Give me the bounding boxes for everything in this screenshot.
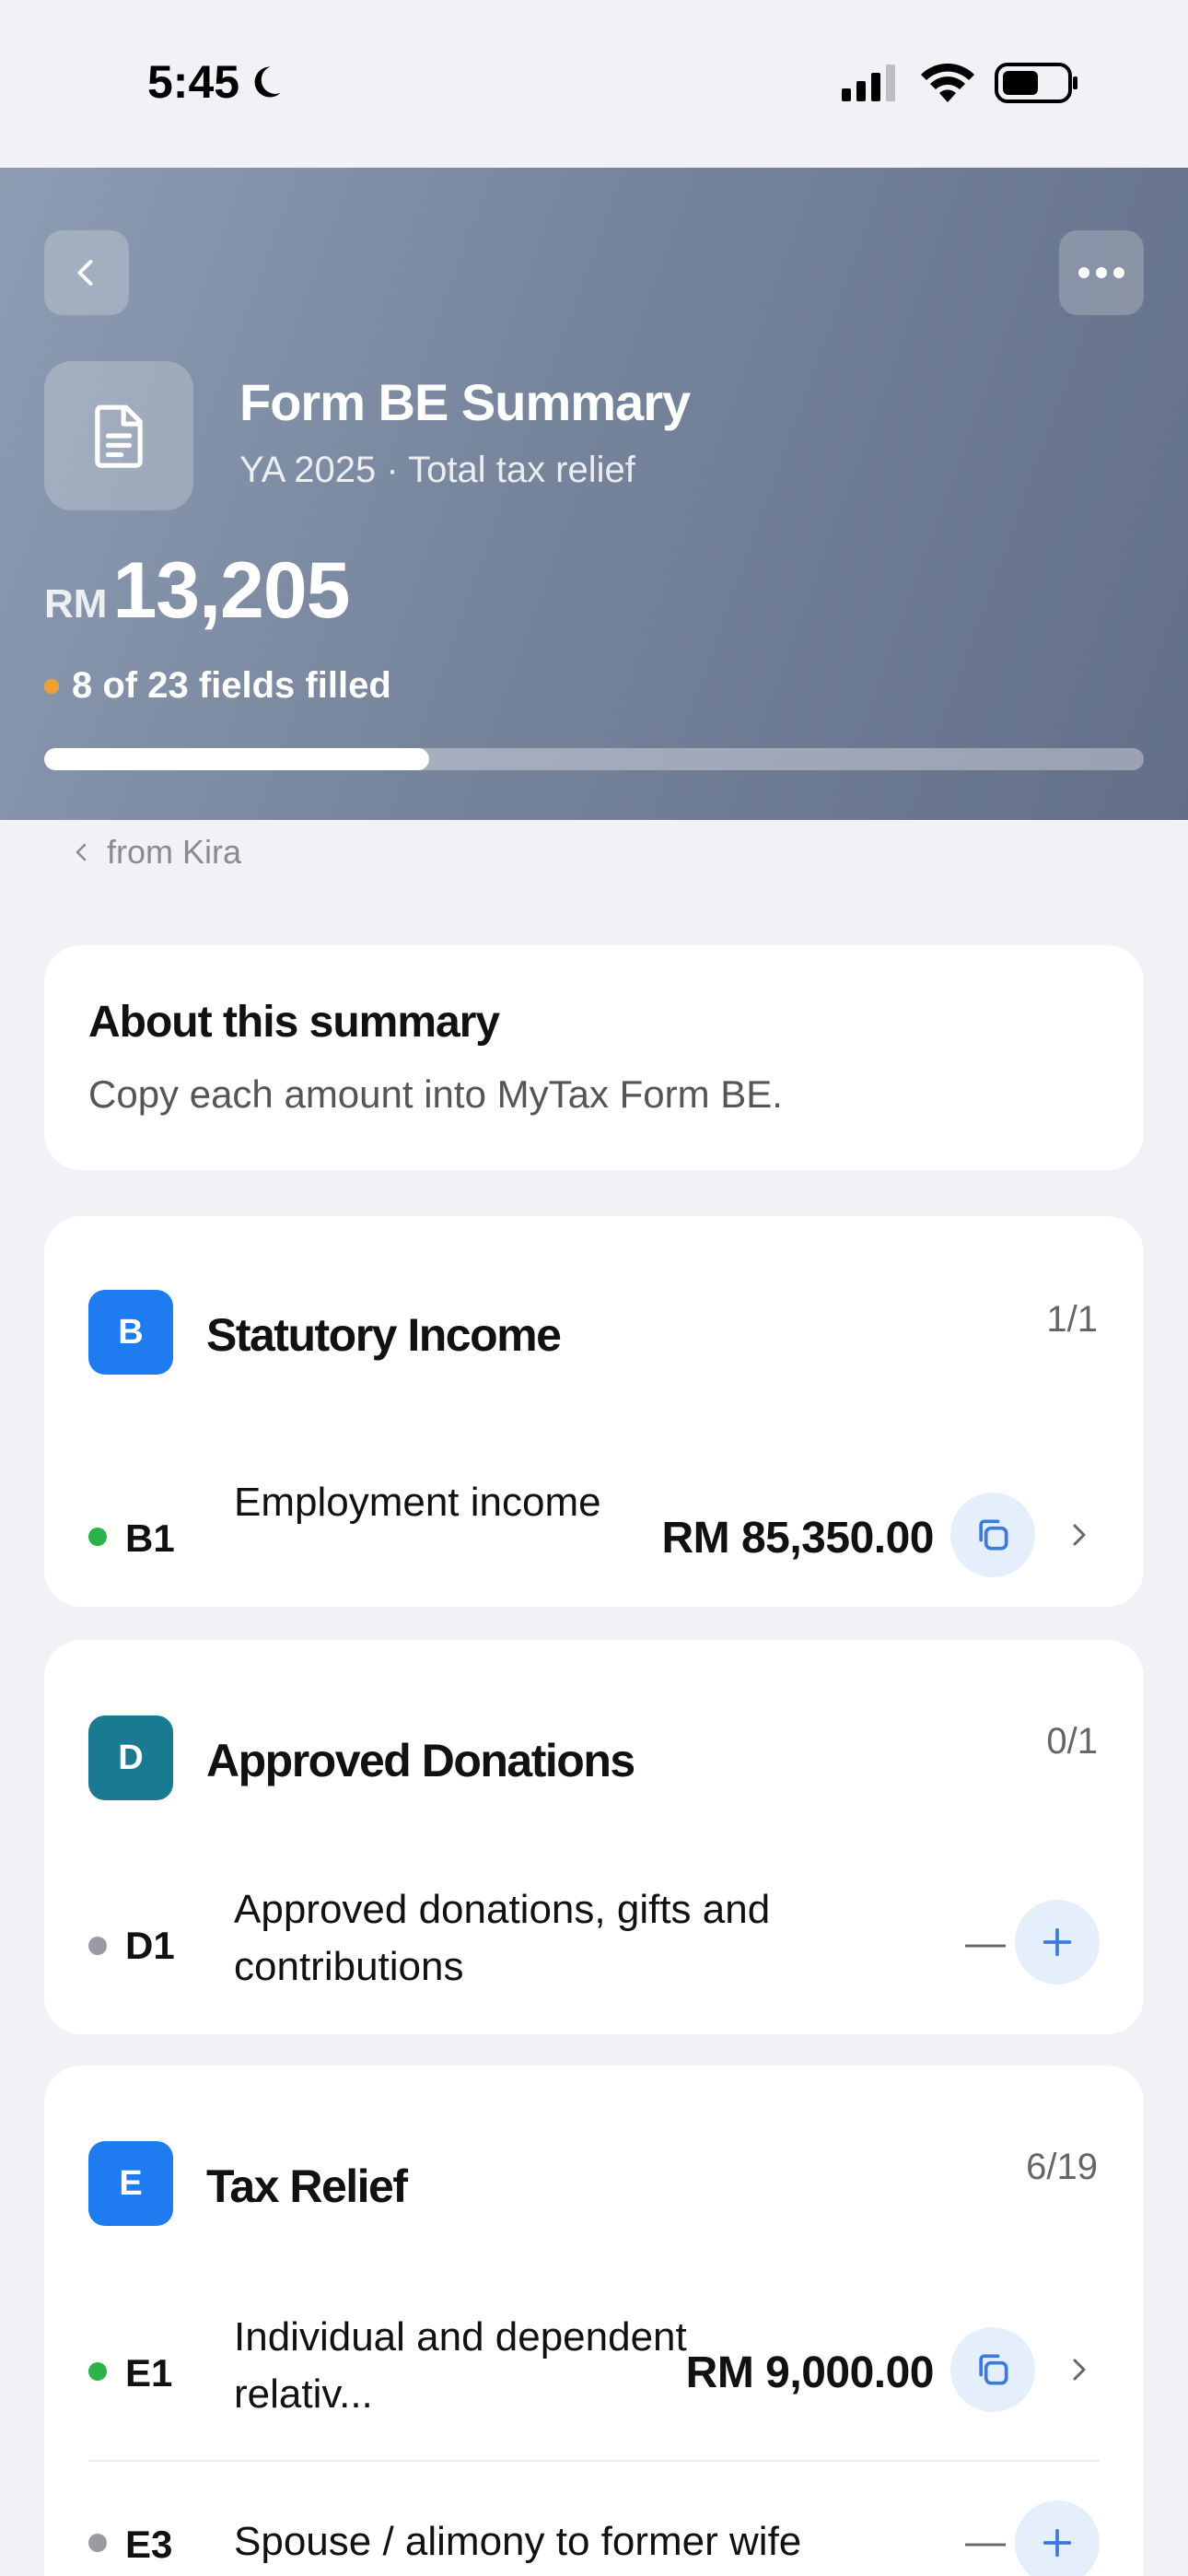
progress-bar (44, 748, 1144, 770)
status-dot (88, 1937, 107, 1955)
total-value: 13,205 (112, 546, 350, 635)
section-approved-donations: D Approved Donations 0/1 D1 Approved don… (44, 1640, 1144, 2034)
currency-label: RM (44, 581, 108, 626)
ellipsis-icon (1078, 267, 1124, 278)
section-title: Tax Relief (206, 2160, 408, 2212)
status-dot (88, 2362, 107, 2381)
plus-icon (1042, 1927, 1072, 1957)
field-row-d1[interactable]: D1 Approved donations, gifts and contrib… (44, 1879, 1144, 2036)
chevron-right-icon (1061, 1516, 1098, 1553)
field-code: E1 (125, 2351, 173, 2395)
field-row-e3[interactable]: E3 Spouse / alimony to former wife — (44, 2482, 1144, 2576)
section-count: 6/19 (1026, 2147, 1098, 2187)
section-title: Statutory Income (206, 1309, 562, 1361)
chevron-left-icon (77, 260, 93, 286)
status-time: 5:45 (147, 55, 285, 109)
document-icon (95, 404, 143, 468)
empty-value-dash: — (965, 1920, 1006, 1965)
copy-icon (979, 1519, 1008, 1551)
cellular-signal-icon (842, 64, 895, 101)
status-dot (88, 1528, 107, 1546)
battery-icon (995, 63, 1077, 103)
from-kira-link[interactable]: from Kira (72, 833, 241, 872)
chevron-right-icon (1061, 2351, 1098, 2388)
total-relief-amount: RM 13,205 (44, 545, 350, 637)
add-button[interactable] (1015, 2500, 1100, 2576)
field-label: Spouse / alimony to former wife (234, 2519, 802, 2564)
copy-button[interactable] (950, 2327, 1035, 2412)
field-amount: RM 9,000.00 (685, 2348, 935, 2397)
page-title: Form BE Summary (239, 373, 691, 431)
from-kira-label: from Kira (107, 833, 242, 871)
status-dot (44, 678, 59, 694)
status-icons (842, 63, 1079, 103)
document-tile (44, 361, 193, 510)
section-badge: D (88, 1715, 173, 1800)
empty-value-dash: — (965, 2519, 1006, 2564)
field-code: B1 (125, 1516, 175, 1560)
fields-filled-status: 8 of 23 fields filled (44, 665, 391, 707)
copy-button[interactable] (950, 1493, 1035, 1577)
row-divider (88, 2460, 1100, 2462)
section-statutory-income: B Statutory Income 1/1 B1 Employment inc… (44, 1216, 1144, 1607)
field-row-e1[interactable]: E1 Individual and dependent relativ... R… (44, 2298, 1144, 2454)
section-count: 0/1 (1046, 1721, 1098, 1762)
plus-icon (1042, 2528, 1072, 2558)
status-bar: 5:45 (0, 0, 1188, 168)
moon-icon (254, 66, 281, 98)
status-time-text: 5:45 (147, 56, 240, 108)
wifi-icon (921, 64, 974, 102)
status-dot (88, 2534, 107, 2552)
section-badge: E (88, 2141, 173, 2226)
more-button[interactable] (1059, 230, 1144, 315)
fields-filled-text: 8 of 23 fields filled (72, 665, 391, 706)
copy-icon (979, 2354, 1008, 2385)
section-badge: B (88, 1290, 173, 1375)
progress-fill (44, 748, 429, 770)
field-code: D1 (125, 1924, 175, 1967)
field-label: Individual and dependent relativ... (234, 2314, 687, 2417)
field-code: E3 (125, 2523, 173, 2566)
back-button[interactable] (44, 230, 129, 315)
add-button[interactable] (1015, 1900, 1100, 1985)
field-label: Approved donations, gifts and contributi… (234, 1887, 771, 1989)
about-card: About this summary Copy each amount into… (44, 945, 1144, 1170)
section-count: 1/1 (1046, 1299, 1098, 1340)
chevron-left-icon (76, 843, 87, 861)
section-title: Approved Donations (206, 1735, 635, 1786)
about-text: Copy each amount into MyTax Form BE. (88, 1072, 783, 1116)
about-title: About this summary (88, 998, 500, 1047)
field-row-b1[interactable]: B1 Employment income RM 85,350.00 (44, 1454, 1144, 1610)
summary-header: Form BE Summary YA 2025 · Total tax reli… (0, 168, 1188, 820)
page-subtitle: YA 2025 · Total tax relief (239, 450, 635, 490)
field-amount: RM 85,350.00 (661, 1514, 934, 1563)
section-tax-relief: E Tax Relief 6/19 E1 Individual and depe… (44, 2066, 1144, 2576)
